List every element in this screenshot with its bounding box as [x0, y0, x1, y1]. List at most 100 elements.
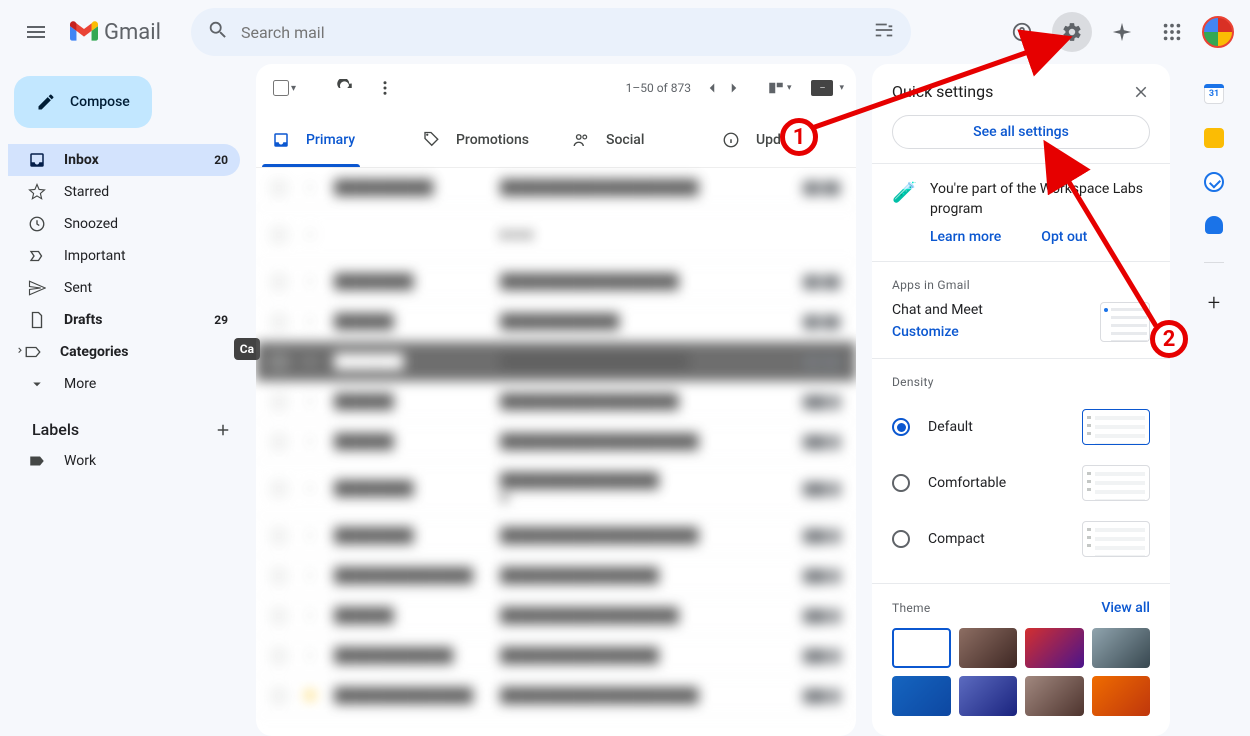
info-icon [722, 131, 740, 149]
add-label-icon[interactable] [214, 421, 232, 439]
app-header: Gmail [0, 0, 1250, 64]
labs-section: 🧪 You're part of the Workspace Labs prog… [872, 163, 1170, 261]
page-range: 1–50 of 873 [626, 81, 691, 95]
search-input[interactable] [241, 23, 873, 42]
select-all-checkbox[interactable]: ▾ [268, 75, 301, 101]
theme-tile[interactable] [959, 628, 1018, 668]
apps-grid-icon [1161, 21, 1183, 43]
gear-icon [1061, 21, 1083, 43]
label-work[interactable]: Work [8, 445, 240, 477]
nav-sent[interactable]: Sent [8, 272, 240, 304]
pencil-icon [36, 92, 56, 112]
contacts-addon-icon[interactable] [1205, 216, 1223, 234]
keep-addon-icon[interactable] [1204, 128, 1224, 148]
chevron-down-icon [28, 375, 46, 393]
get-addons-button[interactable]: + [1208, 291, 1220, 316]
rail-divider [1204, 262, 1224, 263]
prev-page-icon[interactable] [703, 79, 721, 97]
tag-tab-icon [422, 131, 440, 149]
theme-tile[interactable] [1092, 676, 1151, 716]
theme-tile-default[interactable] [892, 628, 951, 668]
calendar-addon-icon[interactable]: 31 [1204, 84, 1224, 104]
side-panel: 31 + [1186, 64, 1242, 736]
tab-social[interactable]: Social [556, 112, 706, 167]
more-vert-icon [376, 79, 394, 97]
gmail-icon [70, 21, 98, 43]
inbox-tab-icon [272, 131, 290, 149]
nav-inbox[interactable]: Inbox 20 [8, 144, 240, 176]
radio-checked-icon [892, 418, 910, 436]
category-icon [24, 343, 42, 361]
gemini-button[interactable] [1102, 12, 1142, 52]
tab-promotions[interactable]: Promotions [406, 112, 556, 167]
help-button[interactable] [1002, 12, 1042, 52]
quick-settings-panel: Quick settings See all settings 🧪 You're… [872, 64, 1170, 736]
compose-button[interactable]: Compose [14, 76, 152, 128]
opt-out-link[interactable]: Opt out [1041, 229, 1087, 245]
gmail-logo[interactable]: Gmail [60, 20, 171, 45]
search-icon [207, 19, 229, 45]
nav-starred[interactable]: Starred [8, 176, 240, 208]
close-settings-icon[interactable] [1132, 83, 1150, 101]
apps-section: Apps in Gmail Chat and Meet Customize [872, 261, 1170, 358]
nav-snoozed[interactable]: Snoozed [8, 208, 240, 240]
tab-primary[interactable]: Primary [256, 112, 406, 167]
theme-grid [892, 628, 1150, 716]
compose-label: Compose [70, 94, 130, 110]
main-menu-button[interactable] [12, 8, 60, 56]
customize-link[interactable]: Customize [892, 324, 983, 340]
nav-more[interactable]: More [8, 368, 240, 400]
theme-tile[interactable] [959, 676, 1018, 716]
theme-tile[interactable] [1092, 628, 1151, 668]
people-icon [572, 131, 590, 149]
refresh-button[interactable] [325, 68, 365, 108]
see-all-settings-button[interactable]: See all settings [892, 115, 1150, 149]
apps-button[interactable] [1152, 12, 1192, 52]
labs-text: You're part of the Workspace Labs progra… [930, 180, 1150, 219]
density-section: Density Default Comfortable Compact [872, 358, 1170, 583]
settings-title: Quick settings [892, 82, 993, 101]
tag-icon [28, 452, 46, 470]
file-icon [28, 311, 46, 329]
view-all-themes-link[interactable]: View all [1101, 600, 1150, 616]
tasks-addon-icon[interactable] [1204, 172, 1224, 192]
nav-drafts[interactable]: Drafts 29 [8, 304, 240, 336]
category-tabs: Primary Promotions Social Upd [256, 112, 856, 168]
search-bar[interactable] [191, 8, 911, 56]
inbox-icon [28, 151, 46, 169]
search-options-icon[interactable] [873, 19, 895, 45]
tab-updates[interactable]: Upd [706, 112, 816, 167]
theme-title: Theme [892, 601, 931, 615]
refresh-icon [336, 79, 354, 97]
density-compact-option[interactable]: Compact [892, 511, 1150, 567]
nav-important[interactable]: Important [8, 240, 240, 272]
density-default-thumb [1082, 409, 1150, 445]
radio-icon [892, 474, 910, 492]
apps-preview-icon [1100, 302, 1150, 342]
mail-list-pane: ▾ 1–50 of 873 ▾ — ▾ [256, 64, 856, 736]
learn-more-link[interactable]: Learn more [930, 229, 1001, 245]
apps-title: Apps in Gmail [892, 278, 1150, 292]
theme-tile[interactable] [1025, 628, 1084, 668]
next-page-icon[interactable] [725, 79, 743, 97]
clock-icon [28, 215, 46, 233]
more-button[interactable] [365, 68, 405, 108]
split-toggle-icon[interactable] [767, 79, 785, 97]
labels-header: Labels [8, 400, 256, 445]
theme-tile[interactable] [1025, 676, 1084, 716]
density-comfortable-option[interactable]: Comfortable [892, 455, 1150, 511]
star-icon [28, 183, 46, 201]
nav-categories[interactable]: Categories Ca [8, 336, 240, 368]
density-default-option[interactable]: Default [892, 399, 1150, 455]
important-icon [28, 247, 46, 265]
thread-list[interactable]: ☆████████████████████████████████:██ ☆■ … [256, 168, 856, 736]
radio-icon [892, 530, 910, 548]
input-tools-button[interactable]: — [811, 80, 833, 96]
density-comfortable-thumb [1082, 465, 1150, 501]
settings-button[interactable] [1052, 12, 1092, 52]
theme-section: Theme View all [872, 583, 1170, 732]
density-compact-thumb [1082, 521, 1150, 557]
flask-icon: 🧪 [892, 180, 916, 204]
account-avatar[interactable] [1202, 16, 1234, 48]
theme-tile[interactable] [892, 676, 951, 716]
